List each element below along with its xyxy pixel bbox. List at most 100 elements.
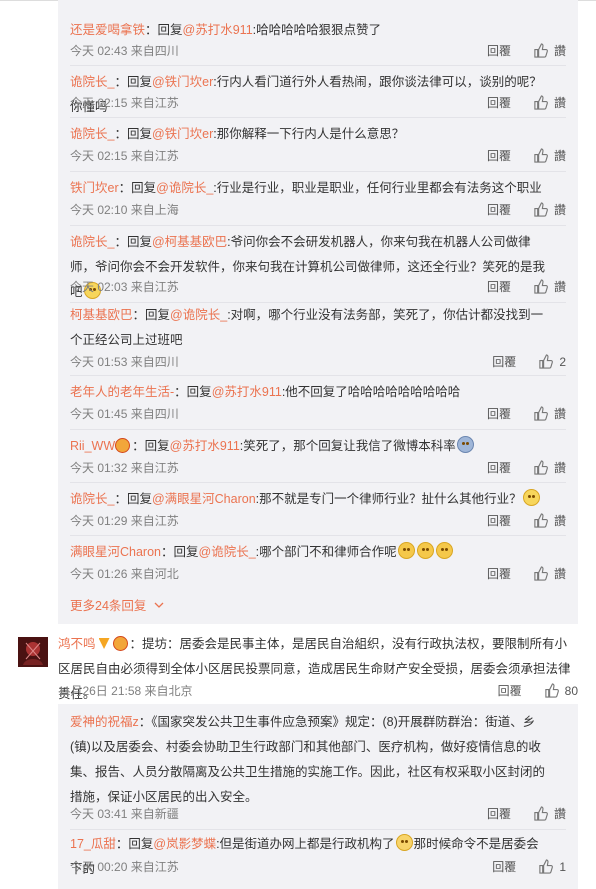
like-button[interactable]: 讚 <box>533 512 566 529</box>
reply-button[interactable]: 回覆 <box>487 201 511 218</box>
thumbs-up-icon <box>534 566 548 581</box>
main-comment: 鸿不鸣 ：提坊：居委会是民事主体，是居民自治組织，没有行政执法权，要限制所有小区居… <box>0 624 596 704</box>
reply-button[interactable]: 回覆 <box>498 682 522 699</box>
reply-button[interactable]: 回覆 <box>487 42 511 59</box>
replies-panel: 爱神的祝福z：《国家突发公共卫生事件应急预案》规定：(8)开展群防群治：街道、乡… <box>58 704 578 889</box>
reply-prefix: ：回复 <box>114 235 152 249</box>
reply-time: 今天 01:29 来自江苏 <box>70 514 179 528</box>
reply-button[interactable]: 回覆 <box>487 278 511 295</box>
comment-username[interactable]: 鸿不鸣 <box>58 637 96 651</box>
thumbs-up-icon <box>534 406 548 421</box>
list-item: 诡院长_：回复@柯基基欧巴:爷问你会不会研发机器人，你来句我在机器人公司做律师，… <box>70 226 566 303</box>
vip-icon <box>98 638 110 649</box>
reply-username[interactable]: 诡院长_ <box>70 492 114 506</box>
reply-button[interactable]: 回覆 <box>487 565 511 582</box>
member-badge-icon <box>112 636 128 651</box>
like-button[interactable]: 讚 <box>533 201 566 218</box>
list-item: 还是爱喝拿铁：回复@苏打水911:哈哈哈哈哈狠狠点赞了 今天 02:43 来自四… <box>70 12 566 66</box>
reply-prefix: ：回复 <box>132 439 170 453</box>
reply-text: :但是街道办网上都是行政机构了 <box>216 837 395 851</box>
like-button[interactable]: 讚 <box>533 94 566 111</box>
reply-actions: 回覆 2 <box>492 353 566 370</box>
thumbs-up-icon <box>534 148 548 163</box>
reply-username[interactable]: 还是爱喝拿铁 <box>70 23 145 37</box>
reply-username[interactable]: 铁门坎er <box>70 181 119 195</box>
mention-link[interactable]: @苏打水911 <box>170 439 240 453</box>
list-item: 17_瓜甜：回复@岚影梦蝶:但是街道办网上都是行政机构了 那时候命令不是居委会下的… <box>70 830 566 886</box>
list-item: 柯基基欧巴：回复@诡院长_:对啊，哪个行业没有法务部，笑死了，你估计都没找到一个… <box>70 303 566 376</box>
like-count: 讚 <box>553 203 566 217</box>
reply-button[interactable]: 回覆 <box>492 858 516 875</box>
reply-prefix: ：回复 <box>174 385 212 399</box>
reply-prefix: ：回复 <box>114 75 152 89</box>
reply-button[interactable]: 回覆 <box>487 147 511 164</box>
comment-time: 11月26日 21:58 来自北京 <box>58 684 193 698</box>
chevron-down-icon <box>154 602 164 608</box>
reply-prefix: ：回复 <box>145 23 183 37</box>
reply-actions: 回覆 讚 <box>487 278 566 295</box>
reply-time: 今天 02:15 来自江苏 <box>70 149 179 163</box>
reply-button[interactable]: 回覆 <box>487 805 511 822</box>
reply-username[interactable]: 老年人的老年生活- <box>70 385 174 399</box>
like-button[interactable]: 讚 <box>533 405 566 422</box>
mention-link[interactable]: @苏打水911 <box>212 385 282 399</box>
mention-link[interactable]: @苏打水911 <box>183 23 253 37</box>
reply-username[interactable]: 诡院长_ <box>70 127 114 141</box>
like-button[interactable]: 讚 <box>533 565 566 582</box>
like-button[interactable]: 讚 <box>533 42 566 59</box>
reply-prefix: ：回复 <box>114 127 152 141</box>
reply-time: 今天 02:15 来自江苏 <box>70 96 179 110</box>
reply-button[interactable]: 回覆 <box>487 512 511 529</box>
reply-button[interactable]: 回覆 <box>492 353 516 370</box>
reply-username[interactable]: 17_瓜甜 <box>70 837 116 851</box>
like-count: 讚 <box>553 44 566 58</box>
like-count: 讚 <box>553 461 566 475</box>
reply-time: 今天 01:53 来自四川 <box>70 355 179 369</box>
like-count: 讚 <box>553 149 566 163</box>
reply-actions: 回覆 讚 <box>487 94 566 111</box>
like-button[interactable]: 讚 <box>533 459 566 476</box>
like-button[interactable]: 讚 <box>533 147 566 164</box>
mention-link[interactable]: @满眼星河Charon <box>152 492 256 506</box>
like-count: 讚 <box>553 407 566 421</box>
reply-username[interactable]: Rii_WW <box>70 439 115 453</box>
like-count: 80 <box>564 683 578 698</box>
reply-button[interactable]: 回覆 <box>487 459 511 476</box>
reply-button[interactable]: 回覆 <box>487 94 511 111</box>
like-button[interactable]: 讚 <box>533 278 566 295</box>
member-badge-icon <box>115 438 131 453</box>
like-button[interactable]: 80 <box>544 683 578 698</box>
mention-link[interactable]: @柯基基欧巴 <box>152 235 227 249</box>
like-button[interactable]: 2 <box>538 354 566 369</box>
mention-link[interactable]: @岚影梦蝶 <box>153 837 216 851</box>
reply-username[interactable]: 满眼星河Charon <box>70 545 161 559</box>
reply-actions: 回覆 讚 <box>487 512 566 529</box>
more-replies-link[interactable]: 更多24条回复 <box>70 595 164 614</box>
replies-panel: 还是爱喝拿铁：回复@苏打水911:哈哈哈哈哈狠狠点赞了 今天 02:43 来自四… <box>58 0 578 624</box>
like-count: 2 <box>559 354 566 369</box>
comment-actions: 回覆 80 <box>498 682 578 699</box>
reply-actions: 回覆 1 <box>492 858 566 875</box>
mention-link[interactable]: @铁门坎er <box>152 127 213 141</box>
thumbs-up-icon <box>534 279 548 294</box>
avatar[interactable] <box>18 637 48 667</box>
reply-button[interactable]: 回覆 <box>487 405 511 422</box>
reply-actions: 回覆 讚 <box>487 459 566 476</box>
mention-link[interactable]: @诡院长_ <box>170 308 227 322</box>
reply-username[interactable]: 诡院长_ <box>70 75 114 89</box>
shocked-emoji-icon <box>456 436 474 453</box>
thumbs-up-icon <box>539 859 554 874</box>
list-item: 诡院长_：回复@铁门坎er:行内人看门道行外人看热闹，跟你谈法律可以，谈别的呢？… <box>70 66 566 118</box>
mention-link[interactable]: @诡院长_ <box>199 545 256 559</box>
like-button[interactable]: 讚 <box>533 805 566 822</box>
mention-link[interactable]: @铁门坎er <box>152 75 213 89</box>
comment-page: { "replies_panel": { "items": [ {"user":… <box>0 0 596 889</box>
mention-link[interactable]: @诡院长_ <box>156 181 213 195</box>
reply-text: :哪个部门不和律师合作呢 <box>255 545 397 559</box>
reply-username[interactable]: 诡院长_ <box>70 235 114 249</box>
list-item: 老年人的老年生活-：回复@苏打水911:他不回复了哈哈哈哈哈哈哈哈哈 今天 01… <box>70 376 566 430</box>
reply-username[interactable]: 柯基基欧巴 <box>70 308 133 322</box>
like-button[interactable]: 1 <box>538 859 566 874</box>
reply-username[interactable]: 爱神的祝福z <box>70 715 139 729</box>
like-count: 讚 <box>553 514 566 528</box>
